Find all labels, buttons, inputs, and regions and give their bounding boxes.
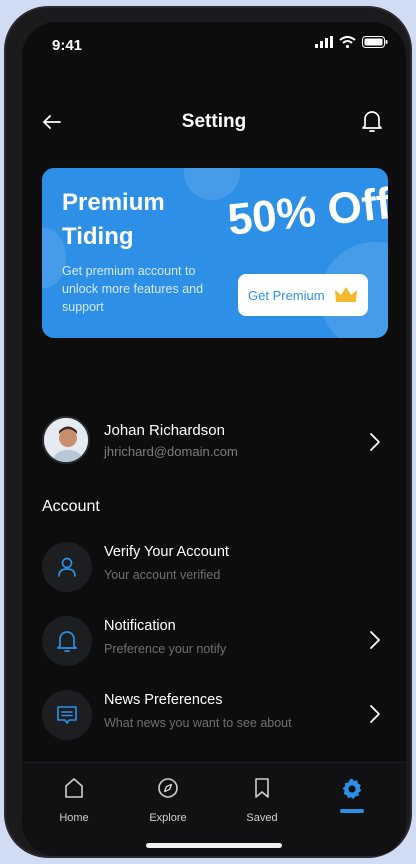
section-title: Account — [42, 498, 100, 515]
home-indicator — [146, 843, 282, 848]
nav-label: Saved — [246, 812, 278, 824]
list-item-news-preferences[interactable]: News Preferences What news you want to s… — [42, 690, 388, 740]
crown-icon — [335, 287, 357, 302]
status-bar: 9:41 — [22, 22, 406, 66]
user-icon — [42, 542, 92, 592]
screen: 9:41 Setting Premium Tiding Get premium … — [22, 22, 406, 856]
home-icon — [65, 778, 83, 798]
nav-label: Home — [59, 812, 89, 824]
get-premium-button[interactable]: Get Premium — [238, 274, 368, 316]
list-item-subtitle: Preference your notify — [104, 642, 227, 656]
signal-icon — [315, 36, 333, 48]
phone-frame: 9:41 Setting Premium Tiding Get premium … — [4, 6, 412, 858]
list-item-title: News Preferences — [104, 692, 223, 708]
page-title: Setting — [181, 111, 247, 132]
avatar — [42, 416, 90, 464]
nav-saved[interactable]: Saved — [222, 777, 302, 824]
bell-icon — [42, 616, 92, 666]
list-item-title: Verify Your Account — [104, 544, 229, 560]
chevron-right-icon[interactable] — [368, 704, 382, 724]
list-item-title: Notification — [104, 618, 176, 634]
bookmark-icon — [255, 778, 269, 798]
premium-description: Get premium account to unlock more featu… — [62, 264, 204, 314]
bell-icon[interactable] — [360, 108, 384, 134]
profile-email: jhrichard@domain.com — [104, 444, 238, 459]
gear-icon — [342, 778, 362, 799]
wifi-icon — [339, 36, 356, 48]
nav-home[interactable]: Home — [34, 777, 114, 824]
get-premium-label: Get Premium — [248, 287, 325, 303]
active-tab-indicator — [340, 809, 364, 813]
top-bar: Setting — [22, 102, 406, 142]
discount-text: 50% Off — [225, 179, 388, 245]
news-icon — [42, 690, 92, 740]
compass-icon — [158, 778, 178, 798]
chevron-right-icon[interactable] — [368, 630, 382, 650]
premium-title: Premium Tiding — [62, 189, 165, 250]
status-icons — [315, 36, 388, 48]
battery-icon — [362, 36, 388, 48]
chevron-right-icon[interactable] — [368, 432, 382, 452]
nav-label: Explore — [149, 812, 187, 824]
list-item-subtitle: What news you want to see about — [104, 716, 292, 730]
list-item-notification[interactable]: Notification Preference your notify — [42, 616, 388, 666]
list-item-verify-account[interactable]: Verify Your Account Your account verifie… — [42, 542, 388, 592]
profile-name: Johan Richardson — [104, 422, 225, 439]
premium-banner[interactable]: Premium Tiding Get premium account to un… — [42, 168, 388, 338]
profile-row[interactable]: Johan Richardson jhrichard@domain.com — [42, 416, 388, 468]
nav-explore[interactable]: Explore — [128, 777, 208, 824]
bottom-nav: Home Explore Saved — [22, 762, 406, 856]
list-item-subtitle: Your account verified — [104, 568, 221, 582]
status-time: 9:41 — [52, 37, 83, 54]
